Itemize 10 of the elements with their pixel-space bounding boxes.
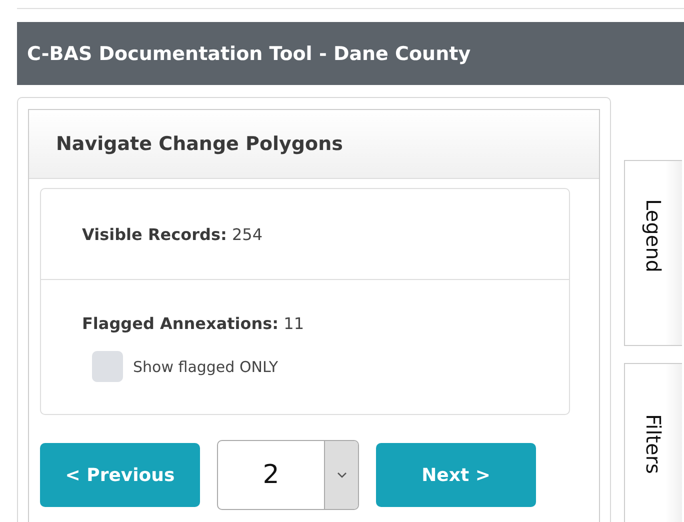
side-tab[interactable]: Legend bbox=[624, 160, 682, 346]
side-tab[interactable]: Filters bbox=[624, 363, 682, 522]
app-title: C-BAS Documentation Tool - Dane County bbox=[27, 42, 471, 64]
stat-text: Visible Records: 254 bbox=[82, 224, 262, 244]
page-select[interactable]: 2 bbox=[217, 440, 359, 510]
panel-title: Navigate Change Polygons bbox=[56, 133, 343, 155]
checkbox-label: Show flagged ONLY bbox=[133, 358, 278, 376]
stat-text: Flagged Annexations: 11 bbox=[82, 314, 304, 333]
chevron-down-icon bbox=[336, 472, 346, 478]
checkbox[interactable] bbox=[92, 351, 123, 382]
